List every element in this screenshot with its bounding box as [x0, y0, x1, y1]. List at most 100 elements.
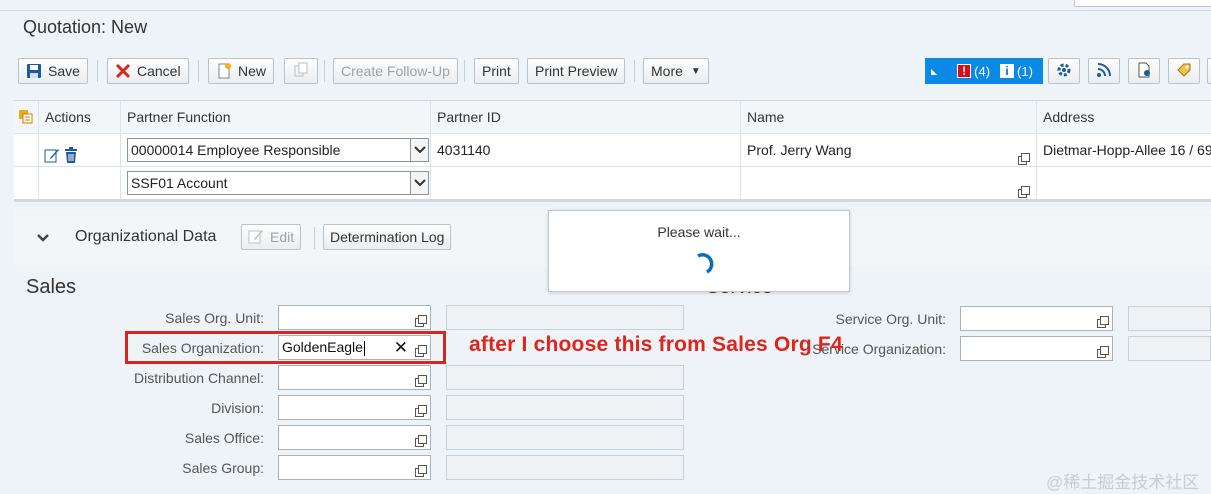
partner-table: Actions Partner Function Partner ID Name…: [14, 100, 1211, 200]
sales-office-description: [446, 425, 684, 450]
edit-label: Edit: [270, 229, 295, 245]
table-row: SSF01 Account: [14, 167, 1211, 200]
column-settings-button[interactable]: [14, 101, 39, 134]
save-button[interactable]: Save: [18, 58, 88, 84]
partner-function-value: 00000014 Employee Responsible: [131, 142, 341, 158]
collapse-chevron-icon[interactable]: [36, 230, 50, 246]
table-settings-icon: [18, 110, 34, 128]
create-follow-up-button[interactable]: Create Follow-Up: [333, 58, 458, 84]
service-org-unit-input[interactable]: [960, 306, 1113, 331]
settings-button[interactable]: [1048, 58, 1080, 84]
service-org-unit-label: Service Org. Unit:: [835, 311, 946, 327]
service-organization-description: [1128, 336, 1211, 361]
save-icon: [26, 63, 42, 79]
row-selector[interactable]: [14, 167, 39, 200]
sales-group-label: Sales Group:: [182, 460, 264, 476]
watermark: @稀土掘金技术社区: [1046, 473, 1200, 492]
chevron-down-icon: [410, 139, 428, 161]
column-header-address: Address: [1043, 109, 1095, 125]
value-help-icon[interactable]: [1018, 144, 1030, 165]
tag-button[interactable]: [1168, 58, 1200, 84]
personalize-button[interactable]: [1128, 58, 1160, 84]
value-help-icon[interactable]: [415, 461, 427, 477]
toolbar-separator: [324, 60, 325, 82]
row-selector[interactable]: [14, 134, 39, 167]
toolbar-separator: [314, 227, 315, 249]
annotation-text: after I choose this from Sales Org F4: [469, 333, 843, 356]
table-footer-bar: [14, 199, 1211, 202]
partner-id-cell[interactable]: 4031140: [431, 134, 741, 167]
column-header-partner-id: Partner ID: [431, 101, 741, 134]
edit-row-icon[interactable]: [44, 142, 60, 167]
sales-section-title: Sales: [26, 276, 77, 298]
distribution-channel-input[interactable]: [278, 365, 431, 390]
row-actions: [39, 134, 121, 167]
sales-org-unit-description: [446, 305, 684, 330]
partner-function-select[interactable]: 00000014 Employee Responsible: [127, 138, 429, 162]
header-divider: [0, 10, 1211, 11]
close-icon: [115, 63, 131, 79]
tag-icon: [1176, 62, 1192, 81]
new-label: New: [238, 63, 267, 79]
print-preview-button[interactable]: Print Preview: [527, 58, 626, 84]
column-header-partner-function: Partner Function: [121, 101, 431, 134]
please-wait-text: Please wait...: [657, 224, 741, 240]
delete-row-icon[interactable]: [64, 142, 78, 167]
division-description: [446, 395, 684, 420]
chevron-down-icon: ▼: [690, 65, 701, 77]
distribution-channel-label: Distribution Channel:: [134, 370, 264, 386]
value-help-icon[interactable]: [415, 311, 427, 327]
column-header-actions: Actions: [39, 101, 121, 134]
corner-arrow-icon: ◣: [931, 66, 938, 76]
toolbar-separator: [198, 60, 199, 82]
message-bar[interactable]: ◣ ! (4) i (1): [925, 58, 1043, 84]
distribution-channel-description: [446, 365, 684, 390]
value-help-icon[interactable]: [1018, 177, 1030, 198]
organizational-data-title: Organizational Data: [75, 228, 217, 245]
rss-button[interactable]: [1088, 58, 1120, 84]
determination-log-button[interactable]: Determination Log: [323, 224, 452, 250]
sales-org-unit-input[interactable]: [278, 305, 431, 330]
name-cell[interactable]: Prof. Jerry Wang: [741, 134, 1037, 167]
header-bar: Quotation: New: [0, 0, 1211, 48]
value-help-icon[interactable]: [1097, 312, 1109, 328]
sales-org-unit-label: Sales Org. Unit:: [165, 310, 264, 326]
cancel-button[interactable]: Cancel: [107, 58, 189, 84]
address-cell: [1037, 167, 1211, 200]
partner-function-cell: SSF01 Account: [121, 167, 431, 200]
service-organization-input[interactable]: [960, 336, 1113, 361]
sales-office-label: Sales Office:: [184, 430, 264, 446]
more-button[interactable]: More ▼: [643, 58, 709, 84]
address-cell: Dietmar-Hopp-Allee 16 / 69190 Walldorf: [1043, 142, 1211, 158]
toolbar: Save Cancel New Create Follow-Up Print P…: [0, 56, 1211, 88]
value-help-icon[interactable]: [415, 371, 427, 387]
partner-function-cell: 00000014 Employee Responsible: [121, 134, 431, 167]
value-help-icon[interactable]: [415, 401, 427, 417]
sales-group-input[interactable]: [278, 455, 431, 480]
info-count: (1): [1017, 63, 1033, 79]
name-value: Prof. Jerry Wang: [747, 142, 852, 158]
new-button[interactable]: New: [208, 58, 275, 84]
value-help-icon[interactable]: [415, 431, 427, 447]
copy-button[interactable]: [284, 58, 318, 84]
sales-office-input[interactable]: [278, 425, 431, 450]
value-help-icon[interactable]: [1097, 342, 1109, 358]
overflow-button[interactable]: [1207, 58, 1211, 84]
loading-spinner-icon: [692, 253, 714, 278]
edit-button[interactable]: Edit: [241, 224, 302, 250]
toolbar-separator: [97, 60, 98, 82]
error-icon: !: [957, 64, 972, 78]
edit-icon: [248, 228, 264, 247]
table-row: 00000014 Employee Responsible 4031140 Pr…: [14, 134, 1211, 167]
partner-function-value: SSF01 Account: [131, 175, 228, 191]
error-count: (4): [974, 63, 991, 79]
page-settings-icon: [1136, 62, 1152, 81]
name-cell[interactable]: [741, 167, 1037, 200]
partner-function-select[interactable]: SSF01 Account: [127, 171, 429, 195]
header-search-input[interactable]: [1074, 0, 1211, 7]
division-input[interactable]: [278, 395, 431, 420]
rss-icon: [1096, 62, 1112, 81]
print-button[interactable]: Print: [474, 58, 519, 84]
partner-id-cell[interactable]: [431, 167, 741, 200]
division-label: Division:: [211, 400, 264, 416]
